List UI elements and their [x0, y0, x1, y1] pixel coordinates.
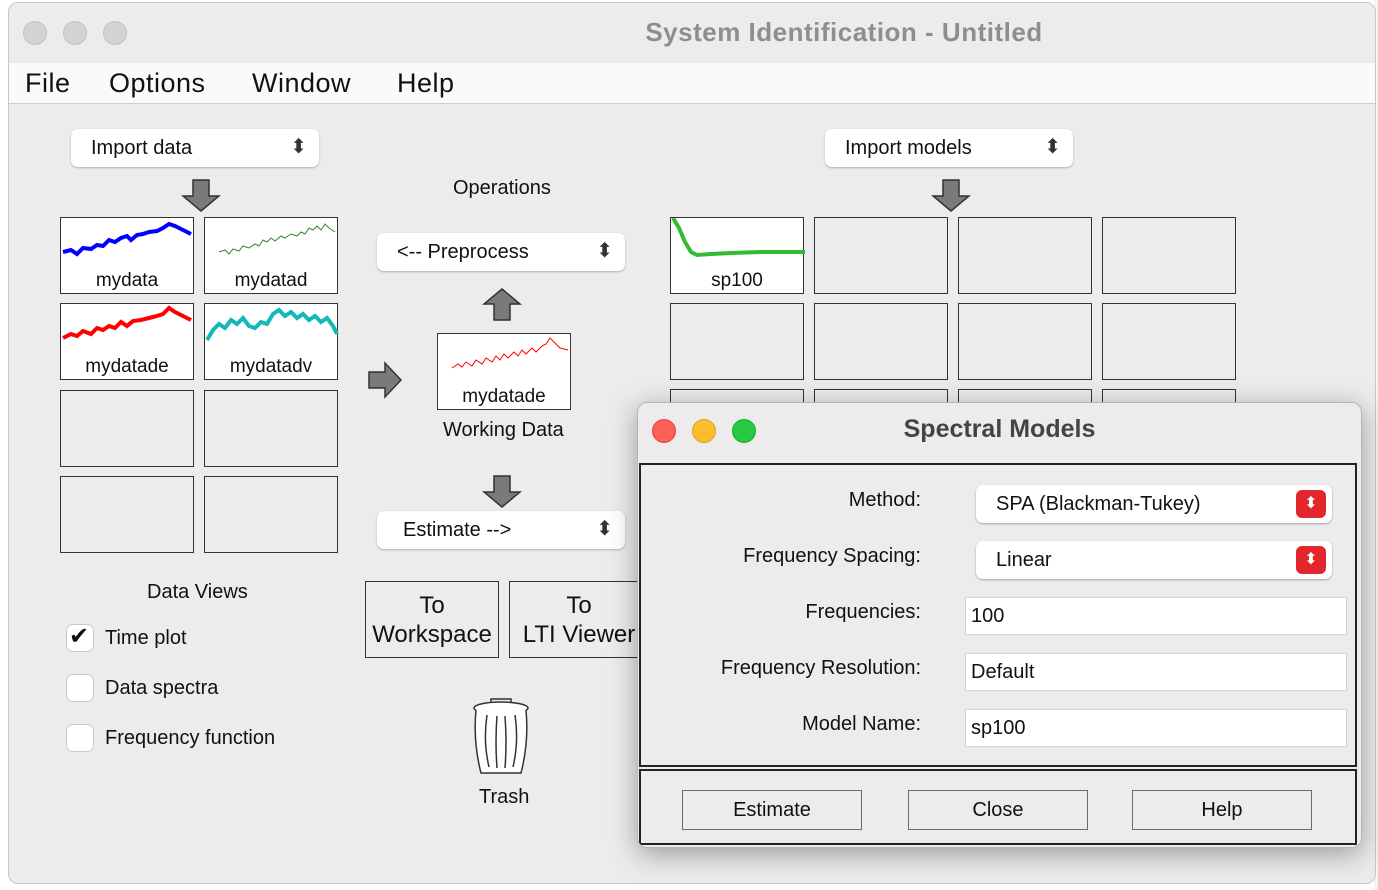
model-slot-empty[interactable]	[958, 303, 1092, 380]
working-data-plot	[451, 337, 569, 369]
estimate-button[interactable]: Estimate	[682, 790, 862, 830]
slot-label: mydatade	[85, 356, 169, 377]
slot-label: mydata	[95, 270, 159, 291]
model-slot-empty[interactable]	[1102, 217, 1236, 294]
data-spectra-checkbox[interactable]	[67, 675, 93, 701]
estimate-label: Estimate -->	[403, 519, 512, 541]
frequency-spacing-value: Linear	[996, 549, 1052, 571]
to-lti-line2: LTI Viewer	[522, 621, 636, 648]
estimate-select[interactable]: Estimate --> ⬍	[377, 511, 625, 549]
dialog-button-panel: Estimate Close Help	[639, 769, 1357, 845]
mydatade-plot	[62, 305, 192, 340]
close-button[interactable]: Close	[908, 790, 1088, 830]
arrow-down-icon	[482, 475, 522, 508]
chevron-updown-icon: ⬍	[1296, 490, 1326, 518]
import-models-label: Import models	[845, 137, 972, 159]
frequency-function-label: Frequency function	[105, 727, 276, 749]
to-lti-viewer-button[interactable]: To LTI Viewer	[509, 581, 649, 658]
dialog-title: Spectral Models	[903, 415, 1096, 443]
sp100-plot	[671, 218, 805, 258]
to-workspace-button[interactable]: To Workspace	[365, 581, 499, 658]
arrow-right-icon	[368, 361, 403, 399]
data-slot-mydatadv[interactable]: mydatadv	[204, 303, 339, 380]
arrow-up-icon	[482, 288, 522, 321]
frequencies-input[interactable]: 100	[965, 597, 1347, 635]
import-data-select[interactable]: Import data ⬍	[71, 129, 319, 167]
method-select[interactable]: SPA (Blackman-Tukey) ⬍	[976, 485, 1332, 523]
slot-label: sp100	[711, 270, 763, 291]
data-slot-empty[interactable]	[60, 476, 194, 553]
frequency-spacing-label: Frequency Spacing:	[743, 545, 921, 567]
model-slot-empty[interactable]	[814, 303, 948, 380]
data-slot-empty[interactable]	[204, 476, 338, 553]
model-slot-sp100[interactable]: sp100	[670, 217, 805, 294]
checkmark-icon: ✔	[69, 623, 90, 650]
data-spectra-label: Data spectra	[105, 677, 219, 699]
slot-label: mydatad	[234, 270, 308, 291]
chevron-updown-icon: ⬍	[1044, 136, 1061, 158]
working-data-caption: Working Data	[443, 419, 564, 441]
frequency-spacing-select[interactable]: Linear ⬍	[976, 541, 1332, 579]
chevron-updown-icon: ⬍	[596, 518, 613, 540]
model-slot-empty[interactable]	[1102, 303, 1236, 380]
method-label: Method:	[848, 489, 921, 511]
frequency-function-checkbox[interactable]	[67, 725, 93, 751]
chevron-updown-icon: ⬍	[596, 240, 613, 262]
chevron-updown-icon: ⬍	[290, 136, 307, 158]
data-slot-mydatad[interactable]: mydatad	[204, 217, 338, 294]
trash-icon[interactable]	[471, 697, 535, 779]
frequency-resolution-input[interactable]: Default	[965, 653, 1347, 691]
import-data-label: Import data	[91, 137, 193, 159]
to-workspace-line2: Workspace	[372, 621, 492, 648]
chevron-updown-icon: ⬍	[1296, 546, 1326, 574]
model-slot-empty[interactable]	[670, 303, 804, 380]
preprocess-label: <-- Preprocess	[397, 241, 529, 263]
to-workspace-line1: To	[419, 592, 445, 619]
time-plot-label: Time plot	[105, 627, 187, 649]
preprocess-select[interactable]: <-- Preprocess ⬍	[377, 233, 625, 271]
data-views-title: Data Views	[147, 581, 248, 603]
menu-options[interactable]: Options	[109, 68, 206, 99]
mydatad-plot	[218, 223, 336, 255]
mydata-plot	[62, 221, 192, 257]
data-slot-mydata[interactable]: mydata	[60, 217, 194, 294]
dialog-settings-panel: Method: SPA (Blackman-Tukey) ⬍ Frequency…	[639, 463, 1357, 767]
to-lti-line1: To	[566, 592, 592, 619]
model-slot-empty[interactable]	[814, 217, 948, 294]
time-plot-checkbox[interactable]: ✔	[67, 623, 93, 651]
menu-bar: File Options Window Help	[9, 63, 1375, 104]
menu-help[interactable]: Help	[397, 68, 455, 99]
import-models-select[interactable]: Import models ⬍	[825, 129, 1073, 167]
model-name-input[interactable]: sp100	[965, 709, 1347, 747]
method-value: SPA (Blackman-Tukey)	[996, 493, 1201, 515]
frequencies-label: Frequencies:	[805, 601, 921, 623]
main-title-bar: System Identification - Untitled	[9, 3, 1375, 61]
trash-label: Trash	[479, 786, 530, 808]
arrow-down-icon	[931, 179, 971, 212]
working-data-slot[interactable]: mydatade	[437, 333, 571, 410]
menu-window[interactable]: Window	[252, 68, 351, 99]
window-title: System Identification - Untitled	[645, 17, 1043, 47]
slot-label: mydatade	[462, 386, 546, 407]
arrow-down-icon	[181, 179, 221, 212]
slot-label: mydatadv	[229, 356, 313, 377]
operations-title: Operations	[453, 177, 551, 199]
data-slot-empty[interactable]	[204, 390, 338, 467]
mydatadv-plot	[205, 307, 339, 342]
model-slot-empty[interactable]	[958, 217, 1092, 294]
menu-file[interactable]: File	[25, 68, 71, 99]
spectral-models-dialog: Spectral Models Method: SPA (Blackman-Tu…	[637, 402, 1362, 848]
frequency-resolution-label: Frequency Resolution:	[720, 657, 921, 679]
data-slot-empty[interactable]	[60, 390, 194, 467]
data-slot-mydatade[interactable]: mydatade	[60, 303, 194, 380]
help-button[interactable]: Help	[1132, 790, 1312, 830]
model-name-label: Model Name:	[802, 713, 921, 735]
